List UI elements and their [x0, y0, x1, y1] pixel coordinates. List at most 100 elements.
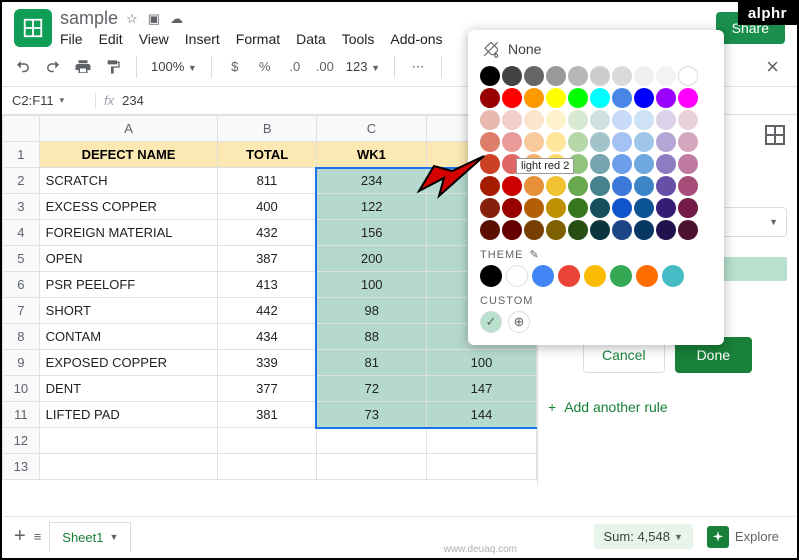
color-swatch[interactable] — [524, 66, 544, 86]
color-swatch[interactable] — [568, 88, 588, 108]
cell[interactable] — [316, 428, 426, 454]
cell[interactable]: TOTAL — [218, 142, 317, 168]
theme-swatch[interactable] — [636, 265, 658, 287]
row-header[interactable]: 6 — [3, 272, 40, 298]
add-rule-link[interactable]: +Add another rule — [548, 399, 787, 415]
cell[interactable]: 234 — [316, 168, 426, 194]
color-swatch[interactable] — [546, 220, 566, 240]
cell[interactable] — [218, 454, 317, 480]
cell[interactable]: CONTAM — [39, 324, 218, 350]
color-swatch[interactable] — [656, 132, 676, 152]
row-header[interactable]: 9 — [3, 350, 40, 376]
cell[interactable]: PSR PEELOFF — [39, 272, 218, 298]
row-header[interactable]: 8 — [3, 324, 40, 350]
move-icon[interactable]: ▣ — [148, 11, 160, 27]
color-swatch[interactable] — [480, 66, 500, 86]
color-swatch[interactable] — [502, 132, 522, 152]
color-swatch[interactable] — [480, 88, 500, 108]
color-swatch[interactable] — [480, 198, 500, 218]
color-swatch[interactable] — [546, 132, 566, 152]
row-header[interactable]: 11 — [3, 402, 40, 428]
color-swatch[interactable] — [656, 220, 676, 240]
cell[interactable]: 200 — [316, 246, 426, 272]
color-swatch[interactable] — [524, 132, 544, 152]
cell[interactable]: LIFTED PAD — [39, 402, 218, 428]
color-swatch[interactable] — [480, 132, 500, 152]
cell[interactable]: WK1 — [316, 142, 426, 168]
add-sheet-icon[interactable]: + — [14, 525, 26, 548]
color-swatch[interactable] — [546, 88, 566, 108]
cell[interactable]: DENT — [39, 376, 218, 402]
menu-insert[interactable]: Insert — [185, 31, 220, 47]
color-swatch[interactable] — [546, 66, 566, 86]
row-header[interactable]: 10 — [3, 376, 40, 402]
theme-swatch[interactable] — [662, 265, 684, 287]
color-swatch[interactable] — [502, 176, 522, 196]
color-swatch[interactable] — [612, 154, 632, 174]
row-header[interactable]: 7 — [3, 298, 40, 324]
cell[interactable]: 442 — [218, 298, 317, 324]
color-swatch[interactable] — [524, 220, 544, 240]
spreadsheet-grid[interactable]: A B C D 1 DEFECT NAME TOTAL WK1 WK 2SCRA… — [2, 115, 537, 485]
row-header[interactable]: 13 — [3, 454, 40, 480]
number-format-dropdown[interactable]: 123 ▼ — [346, 59, 380, 74]
color-swatch[interactable] — [612, 132, 632, 152]
cell[interactable]: DEFECT NAME — [39, 142, 218, 168]
row-header[interactable]: 2 — [3, 168, 40, 194]
color-swatch[interactable] — [612, 110, 632, 130]
color-swatch[interactable] — [502, 220, 522, 240]
cell[interactable]: 811 — [218, 168, 317, 194]
menu-file[interactable]: File — [60, 31, 83, 47]
cell[interactable]: 377 — [218, 376, 317, 402]
color-swatch[interactable] — [612, 198, 632, 218]
color-swatch[interactable] — [634, 132, 654, 152]
doc-title[interactable]: sample — [60, 8, 118, 29]
row-header[interactable]: 4 — [3, 220, 40, 246]
formula-value[interactable]: 234 — [122, 93, 144, 108]
sheets-logo[interactable] — [14, 9, 52, 47]
cell[interactable]: 81 — [316, 350, 426, 376]
color-swatch[interactable] — [502, 66, 522, 86]
color-swatch[interactable] — [590, 176, 610, 196]
all-sheets-icon[interactable]: ≡ — [34, 529, 42, 544]
theme-swatch[interactable] — [480, 265, 502, 287]
close-sidepanel-icon[interactable]: × — [766, 54, 785, 80]
color-swatch[interactable] — [678, 88, 698, 108]
color-swatch[interactable] — [568, 110, 588, 130]
color-swatch[interactable] — [612, 88, 632, 108]
none-option[interactable]: None — [480, 40, 712, 58]
color-swatch[interactable] — [590, 154, 610, 174]
cell[interactable] — [218, 428, 317, 454]
menu-addons[interactable]: Add-ons — [390, 31, 442, 47]
cell[interactable]: 434 — [218, 324, 317, 350]
cell[interactable] — [39, 454, 218, 480]
cell[interactable] — [39, 428, 218, 454]
explore-button[interactable]: Explore — [701, 526, 785, 548]
color-swatch[interactable] — [656, 198, 676, 218]
percent-icon[interactable]: % — [256, 58, 274, 76]
color-swatch[interactable] — [656, 176, 676, 196]
color-swatch[interactable] — [502, 198, 522, 218]
add-custom-color-icon[interactable]: ⊕ — [508, 311, 530, 333]
color-swatch[interactable] — [568, 220, 588, 240]
menu-format[interactable]: Format — [236, 31, 280, 47]
dec-increase-icon[interactable]: .00 — [316, 58, 334, 76]
zoom-dropdown[interactable]: 100% ▼ — [151, 59, 197, 74]
theme-swatch[interactable] — [558, 265, 580, 287]
row-header[interactable]: 3 — [3, 194, 40, 220]
row-header[interactable]: 1 — [3, 142, 40, 168]
color-swatch[interactable] — [634, 88, 654, 108]
color-swatch[interactable] — [502, 88, 522, 108]
color-swatch[interactable] — [590, 110, 610, 130]
color-swatch[interactable] — [678, 220, 698, 240]
color-swatch[interactable] — [568, 198, 588, 218]
cell[interactable]: 72 — [316, 376, 426, 402]
print-icon[interactable] — [74, 58, 92, 76]
menu-edit[interactable]: Edit — [99, 31, 123, 47]
sheet-tab[interactable]: Sheet1▼ — [49, 522, 131, 552]
star-icon[interactable]: ☆ — [126, 11, 138, 27]
color-swatch[interactable] — [678, 198, 698, 218]
color-swatch[interactable] — [612, 176, 632, 196]
theme-swatch[interactable] — [532, 265, 554, 287]
color-swatch[interactable] — [678, 132, 698, 152]
